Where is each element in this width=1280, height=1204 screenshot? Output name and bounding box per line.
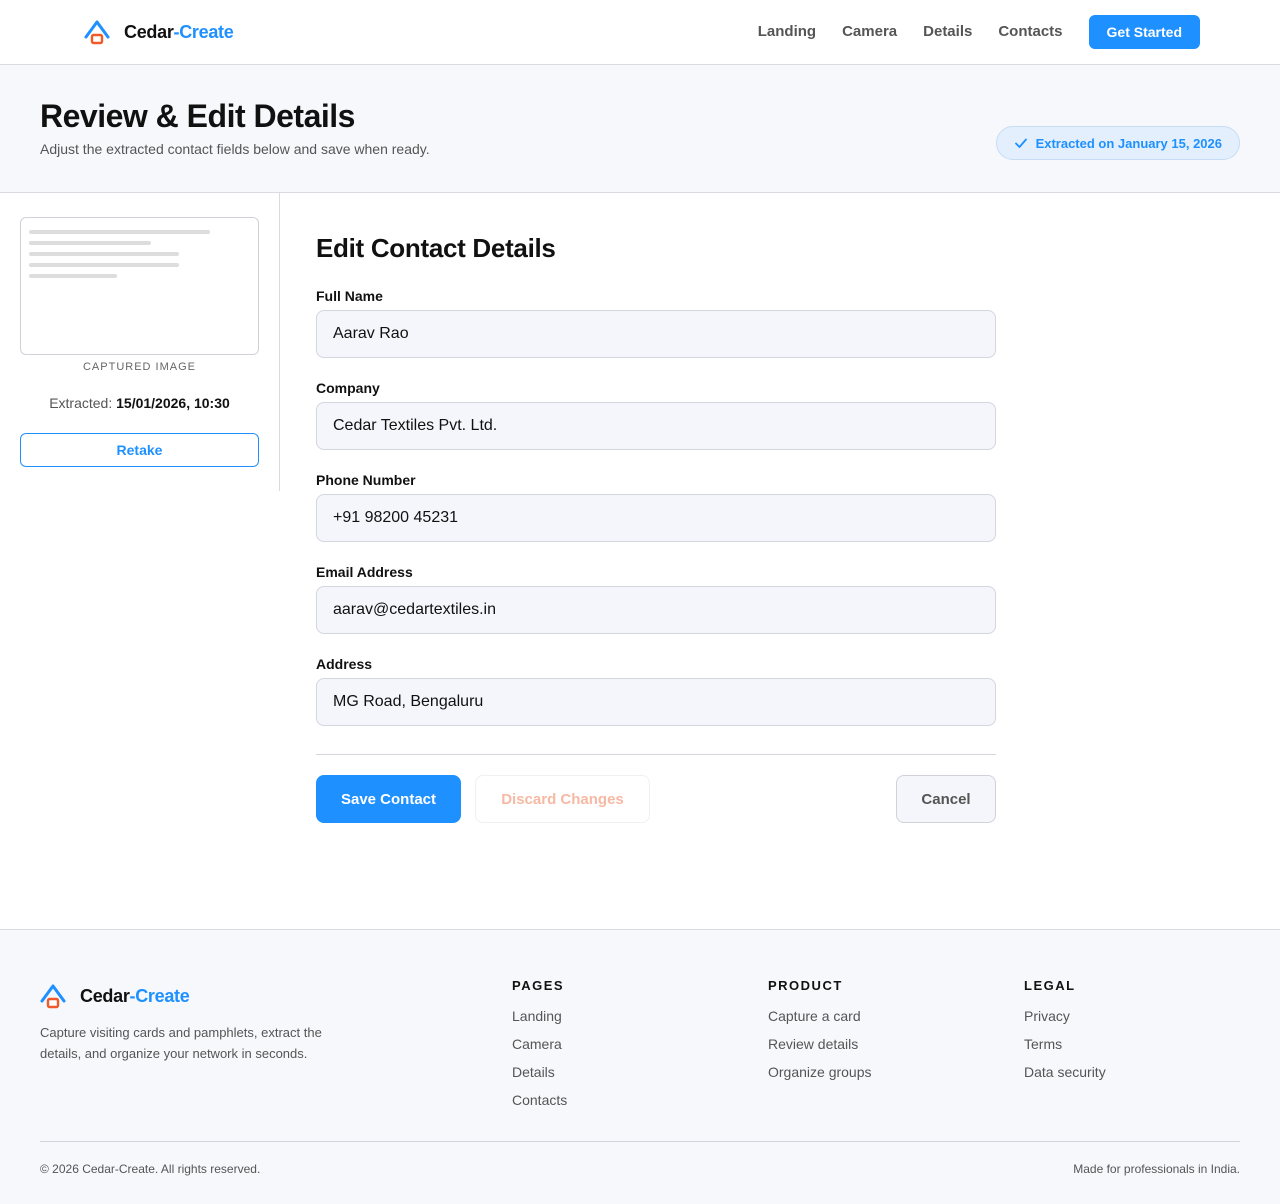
get-started-button[interactable]: Get Started (1088, 15, 1200, 49)
top-navbar: Cedar-Create Landing Camera Details Cont… (0, 0, 1280, 65)
footer-description: Capture visiting cards and pamphlets, ex… (40, 1025, 322, 1061)
address-label: Address (316, 656, 373, 672)
retake-button[interactable]: Retake (20, 433, 259, 467)
company-input[interactable] (316, 402, 996, 450)
footer-pages-column: PAGES Landing Camera Details Contacts (512, 978, 567, 1119)
company-label: Company (316, 380, 380, 396)
cedar-logo-icon (40, 984, 66, 1009)
footer-divider (40, 1141, 1240, 1142)
footer-link-data-security[interactable]: Data security (1024, 1063, 1106, 1091)
address-input[interactable] (316, 678, 996, 726)
email-input[interactable] (316, 586, 996, 634)
full-name-label: Full Name (316, 288, 383, 304)
footer-link-contacts[interactable]: Contacts (512, 1091, 567, 1119)
email-label: Email Address (316, 564, 413, 580)
footer-link-landing[interactable]: Landing (512, 1007, 567, 1035)
page-header: Review & Edit Details Adjust the extract… (0, 65, 1280, 193)
phone-input[interactable] (316, 494, 996, 542)
captured-image-panel: CAPTURED IMAGE Extracted: 15/01/2026, 10… (0, 193, 280, 491)
cancel-button[interactable]: Cancel (896, 775, 996, 823)
footer-legal-heading: LEGAL (1024, 978, 1076, 993)
made-in-text: Made for professionals in India. (1073, 1162, 1240, 1176)
badge-text: Extracted on January 15, 2026 (1035, 135, 1222, 151)
footer-link-organize[interactable]: Organize groups (768, 1063, 872, 1091)
footer-link-details[interactable]: Details (512, 1063, 567, 1091)
extracted-timestamp: Extracted: 15/01/2026, 10:30 (20, 395, 259, 411)
nav-contacts[interactable]: Contacts (998, 15, 1062, 49)
phone-label: Phone Number (316, 472, 416, 488)
footer-pages-heading: PAGES (512, 978, 565, 993)
thumbnail-text-line (29, 252, 179, 256)
footer-product-heading: PRODUCT (768, 978, 843, 993)
save-contact-button[interactable]: Save Contact (316, 775, 461, 823)
form-divider (316, 754, 996, 755)
nav-details[interactable]: Details (923, 15, 972, 49)
captured-image-caption: CAPTURED IMAGE (82, 361, 196, 373)
thumbnail-text-line (29, 274, 117, 278)
extracted-value: 15/01/2026, 10:30 (116, 395, 230, 411)
thumbnail-text-line (29, 263, 179, 267)
extracted-label: Extracted: (49, 395, 113, 411)
footer-brand[interactable]: Cedar-Create (40, 982, 190, 1010)
footer-legal-column: LEGAL Privacy Terms Data security (1024, 978, 1106, 1091)
thumbnail-text-line (29, 230, 210, 234)
cedar-logo-icon (84, 20, 110, 45)
check-icon (1014, 138, 1027, 148)
site-footer: Cedar-Create Capture visiting cards and … (0, 929, 1280, 1204)
copyright-text: © 2026 Cedar-Create. All rights reserved… (40, 1162, 261, 1176)
footer-link-review[interactable]: Review details (768, 1035, 872, 1063)
discard-changes-button[interactable]: Discard Changes (475, 775, 650, 823)
brand[interactable]: Cedar-Create (84, 18, 234, 46)
full-name-input[interactable] (316, 310, 996, 358)
footer-link-privacy[interactable]: Privacy (1024, 1007, 1106, 1035)
form-title: Edit Contact Details (316, 233, 556, 263)
footer-brand-name: Cedar-Create (80, 985, 190, 1006)
footer-link-terms[interactable]: Terms (1024, 1035, 1106, 1063)
nav-landing[interactable]: Landing (758, 15, 816, 49)
page-subtitle: Adjust the extracted contact fields belo… (40, 141, 430, 157)
brand-name: Cedar-Create (124, 21, 234, 42)
footer-link-camera[interactable]: Camera (512, 1035, 567, 1063)
captured-image-thumbnail[interactable] (20, 217, 259, 355)
page-title: Review & Edit Details (40, 98, 355, 134)
thumbnail-text-line (29, 241, 151, 245)
main-nav: Landing Camera Details Contacts Get Star… (758, 15, 1200, 49)
footer-product-column: PRODUCT Capture a card Review details Or… (768, 978, 872, 1091)
extracted-status-badge: Extracted on January 15, 2026 (995, 126, 1240, 160)
nav-camera[interactable]: Camera (842, 15, 897, 49)
footer-link-capture[interactable]: Capture a card (768, 1007, 872, 1035)
